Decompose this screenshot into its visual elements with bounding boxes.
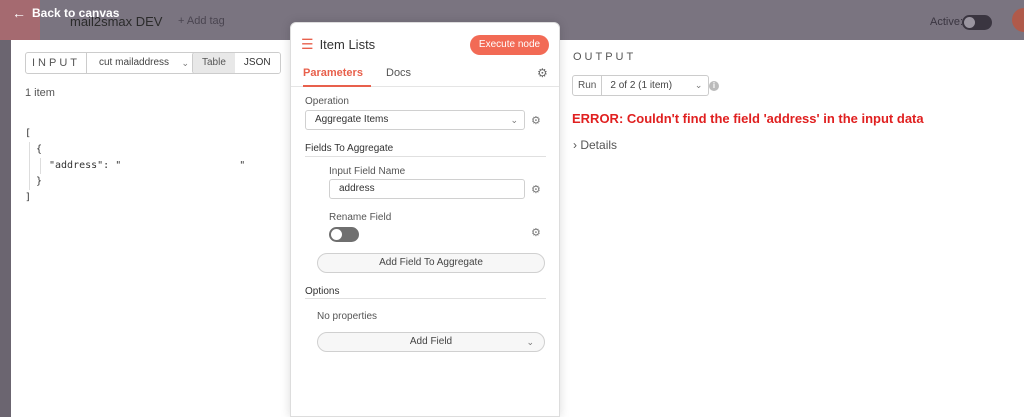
chevron-right-icon: › [573, 138, 577, 152]
chevron-down-icon: ⌄ [526, 337, 534, 347]
node-title[interactable]: Item Lists [320, 37, 376, 52]
run-value: 2 of 2 (1 item) [610, 80, 673, 91]
node-tabs: Parameters Docs [291, 65, 559, 87]
input-label: INPUT [25, 52, 87, 74]
details-toggle[interactable]: › Details [573, 138, 617, 152]
input-field-name-input[interactable]: address [329, 179, 525, 199]
json-redacted-value [121, 159, 240, 171]
back-to-canvas-label: Back to canvas [32, 6, 120, 20]
rename-field-label: Rename Field [329, 212, 392, 223]
json-object-body: "address": " " [40, 158, 245, 174]
json-bracket-open: [ [25, 128, 32, 139]
active-tab-indicator [303, 85, 371, 87]
input-node-value: cut mailaddress [99, 57, 170, 68]
execute-node-button[interactable]: Execute node [470, 35, 549, 55]
view-toggle: Table JSON [192, 52, 281, 74]
operation-label: Operation [305, 96, 349, 107]
add-tag-link[interactable]: + Add tag [178, 15, 225, 27]
chevron-down-icon: ⌄ [694, 80, 703, 90]
json-bracket-close: ] [25, 192, 32, 203]
active-label: Active: [930, 16, 964, 28]
tab-parameters[interactable]: Parameters [303, 67, 363, 79]
json-quote-end: " [239, 160, 246, 171]
options-title: Options [305, 286, 340, 297]
json-view-button[interactable]: JSON [234, 53, 280, 73]
cogs-icon[interactable]: ⚙ [531, 114, 541, 127]
info-icon[interactable]: i [709, 81, 719, 91]
chevron-down-icon: ⌄ [510, 115, 518, 125]
error-message: ERROR: Couldn't find the field 'address'… [572, 111, 924, 126]
gear-icon[interactable]: ⚙ [537, 66, 548, 80]
run-label: Run [572, 75, 603, 96]
add-field-label: Add Field [409, 336, 453, 347]
details-label: Details [580, 138, 618, 152]
no-properties-text: No properties [317, 311, 378, 322]
json-brace-open: { [36, 144, 43, 155]
add-field-button[interactable]: Add Field ⌄ [317, 332, 545, 352]
input-header: INPUT cut mailaddress ⌄ [25, 52, 198, 74]
json-brace-close: } [36, 176, 43, 187]
add-field-to-aggregate-button[interactable]: Add Field To Aggregate [317, 253, 545, 273]
section-divider [305, 156, 546, 157]
json-array-body: { "address": " " } [29, 142, 245, 190]
input-panel: INPUT cut mailaddress ⌄ Table JSON 1 ite… [11, 40, 289, 417]
table-view-button[interactable]: Table [193, 53, 235, 73]
tab-docs[interactable]: Docs [386, 67, 411, 79]
cogs-icon[interactable]: ⚙ [531, 183, 541, 196]
operation-select[interactable]: Aggregate Items ⌄ [305, 110, 525, 130]
active-toggle[interactable] [962, 15, 992, 30]
input-node-select[interactable]: cut mailaddress ⌄ [87, 52, 198, 74]
run-select[interactable]: 2 of 2 (1 item) ⌄ [602, 75, 710, 96]
operation-value: Aggregate Items [315, 114, 389, 125]
arrow-left-icon: ← [12, 5, 26, 21]
json-view: [ { "address": " " } ] [25, 126, 245, 206]
chevron-down-icon: ⌄ [181, 58, 189, 68]
item-count: 1 item [25, 87, 55, 99]
run-selector: Run 2 of 2 (1 item) ⌄ [572, 75, 710, 96]
back-to-canvas-button[interactable]: ← Back to canvas [12, 6, 119, 20]
node-header: ☰ Item Lists [301, 36, 375, 53]
fields-to-aggregate-title: Fields To Aggregate [305, 143, 394, 154]
list-icon: ☰ [301, 36, 314, 52]
rename-field-toggle[interactable] [329, 227, 359, 242]
json-key: "address": " [49, 160, 122, 171]
node-settings-panel: ☰ Item Lists Execute node Parameters Doc… [290, 22, 560, 417]
input-field-name-label: Input Field Name [329, 166, 406, 177]
output-label: OUTPUT [573, 51, 637, 63]
cogs-icon[interactable]: ⚙ [531, 226, 541, 239]
section-divider [305, 298, 546, 299]
